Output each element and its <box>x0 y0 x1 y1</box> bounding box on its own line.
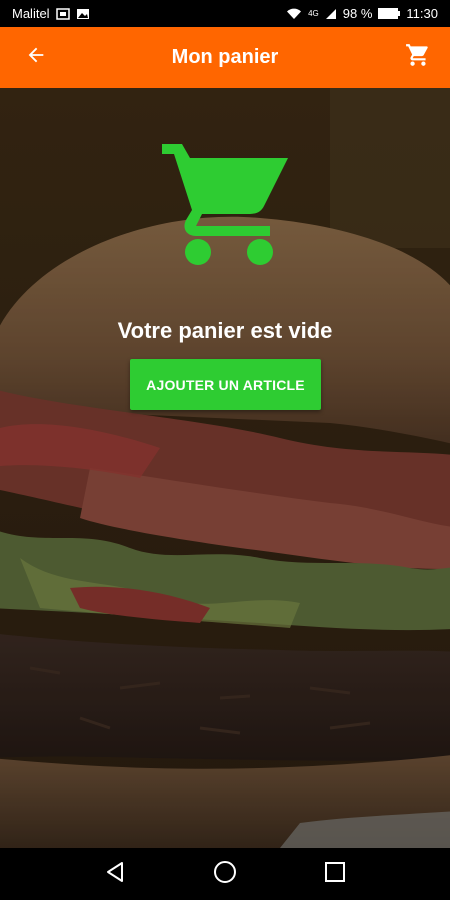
nav-back-button[interactable] <box>95 854 135 894</box>
circle-home-icon <box>212 859 238 890</box>
arrow-left-icon <box>25 44 47 71</box>
battery-percent: 98 % <box>342 6 373 21</box>
shopping-cart-icon <box>160 140 292 270</box>
screen: Malitel 4G 98 % 11:30 Mon panier Votre p… <box>0 0 450 900</box>
clock: 11:30 <box>406 6 438 21</box>
cart-button[interactable] <box>396 27 440 88</box>
carrier-label: Malitel <box>12 6 50 21</box>
back-button[interactable] <box>14 27 58 88</box>
signal-icon <box>325 8 337 20</box>
nav-recents-button[interactable] <box>315 854 355 894</box>
add-article-button[interactable]: AJOUTER UN ARTICLE <box>130 359 321 410</box>
status-right: 4G 98 % 11:30 <box>286 6 438 21</box>
page-title: Mon panier <box>171 46 279 68</box>
triangle-back-icon <box>103 860 127 889</box>
status-left: Malitel <box>12 6 90 21</box>
wifi-icon <box>286 8 302 20</box>
network-label: 4G <box>308 9 319 18</box>
nav-home-button[interactable] <box>205 854 245 894</box>
battery-icon <box>378 8 401 19</box>
status-bar: Malitel 4G 98 % 11:30 <box>0 0 450 27</box>
shopping-cart-icon <box>405 42 431 73</box>
square-recents-icon <box>324 861 346 888</box>
app-bar: Mon panier <box>0 27 450 88</box>
empty-cart-message: Votre panier est vide <box>117 318 333 343</box>
sim-icon <box>55 7 70 20</box>
image-icon <box>76 8 90 20</box>
navigation-bar <box>0 848 450 900</box>
